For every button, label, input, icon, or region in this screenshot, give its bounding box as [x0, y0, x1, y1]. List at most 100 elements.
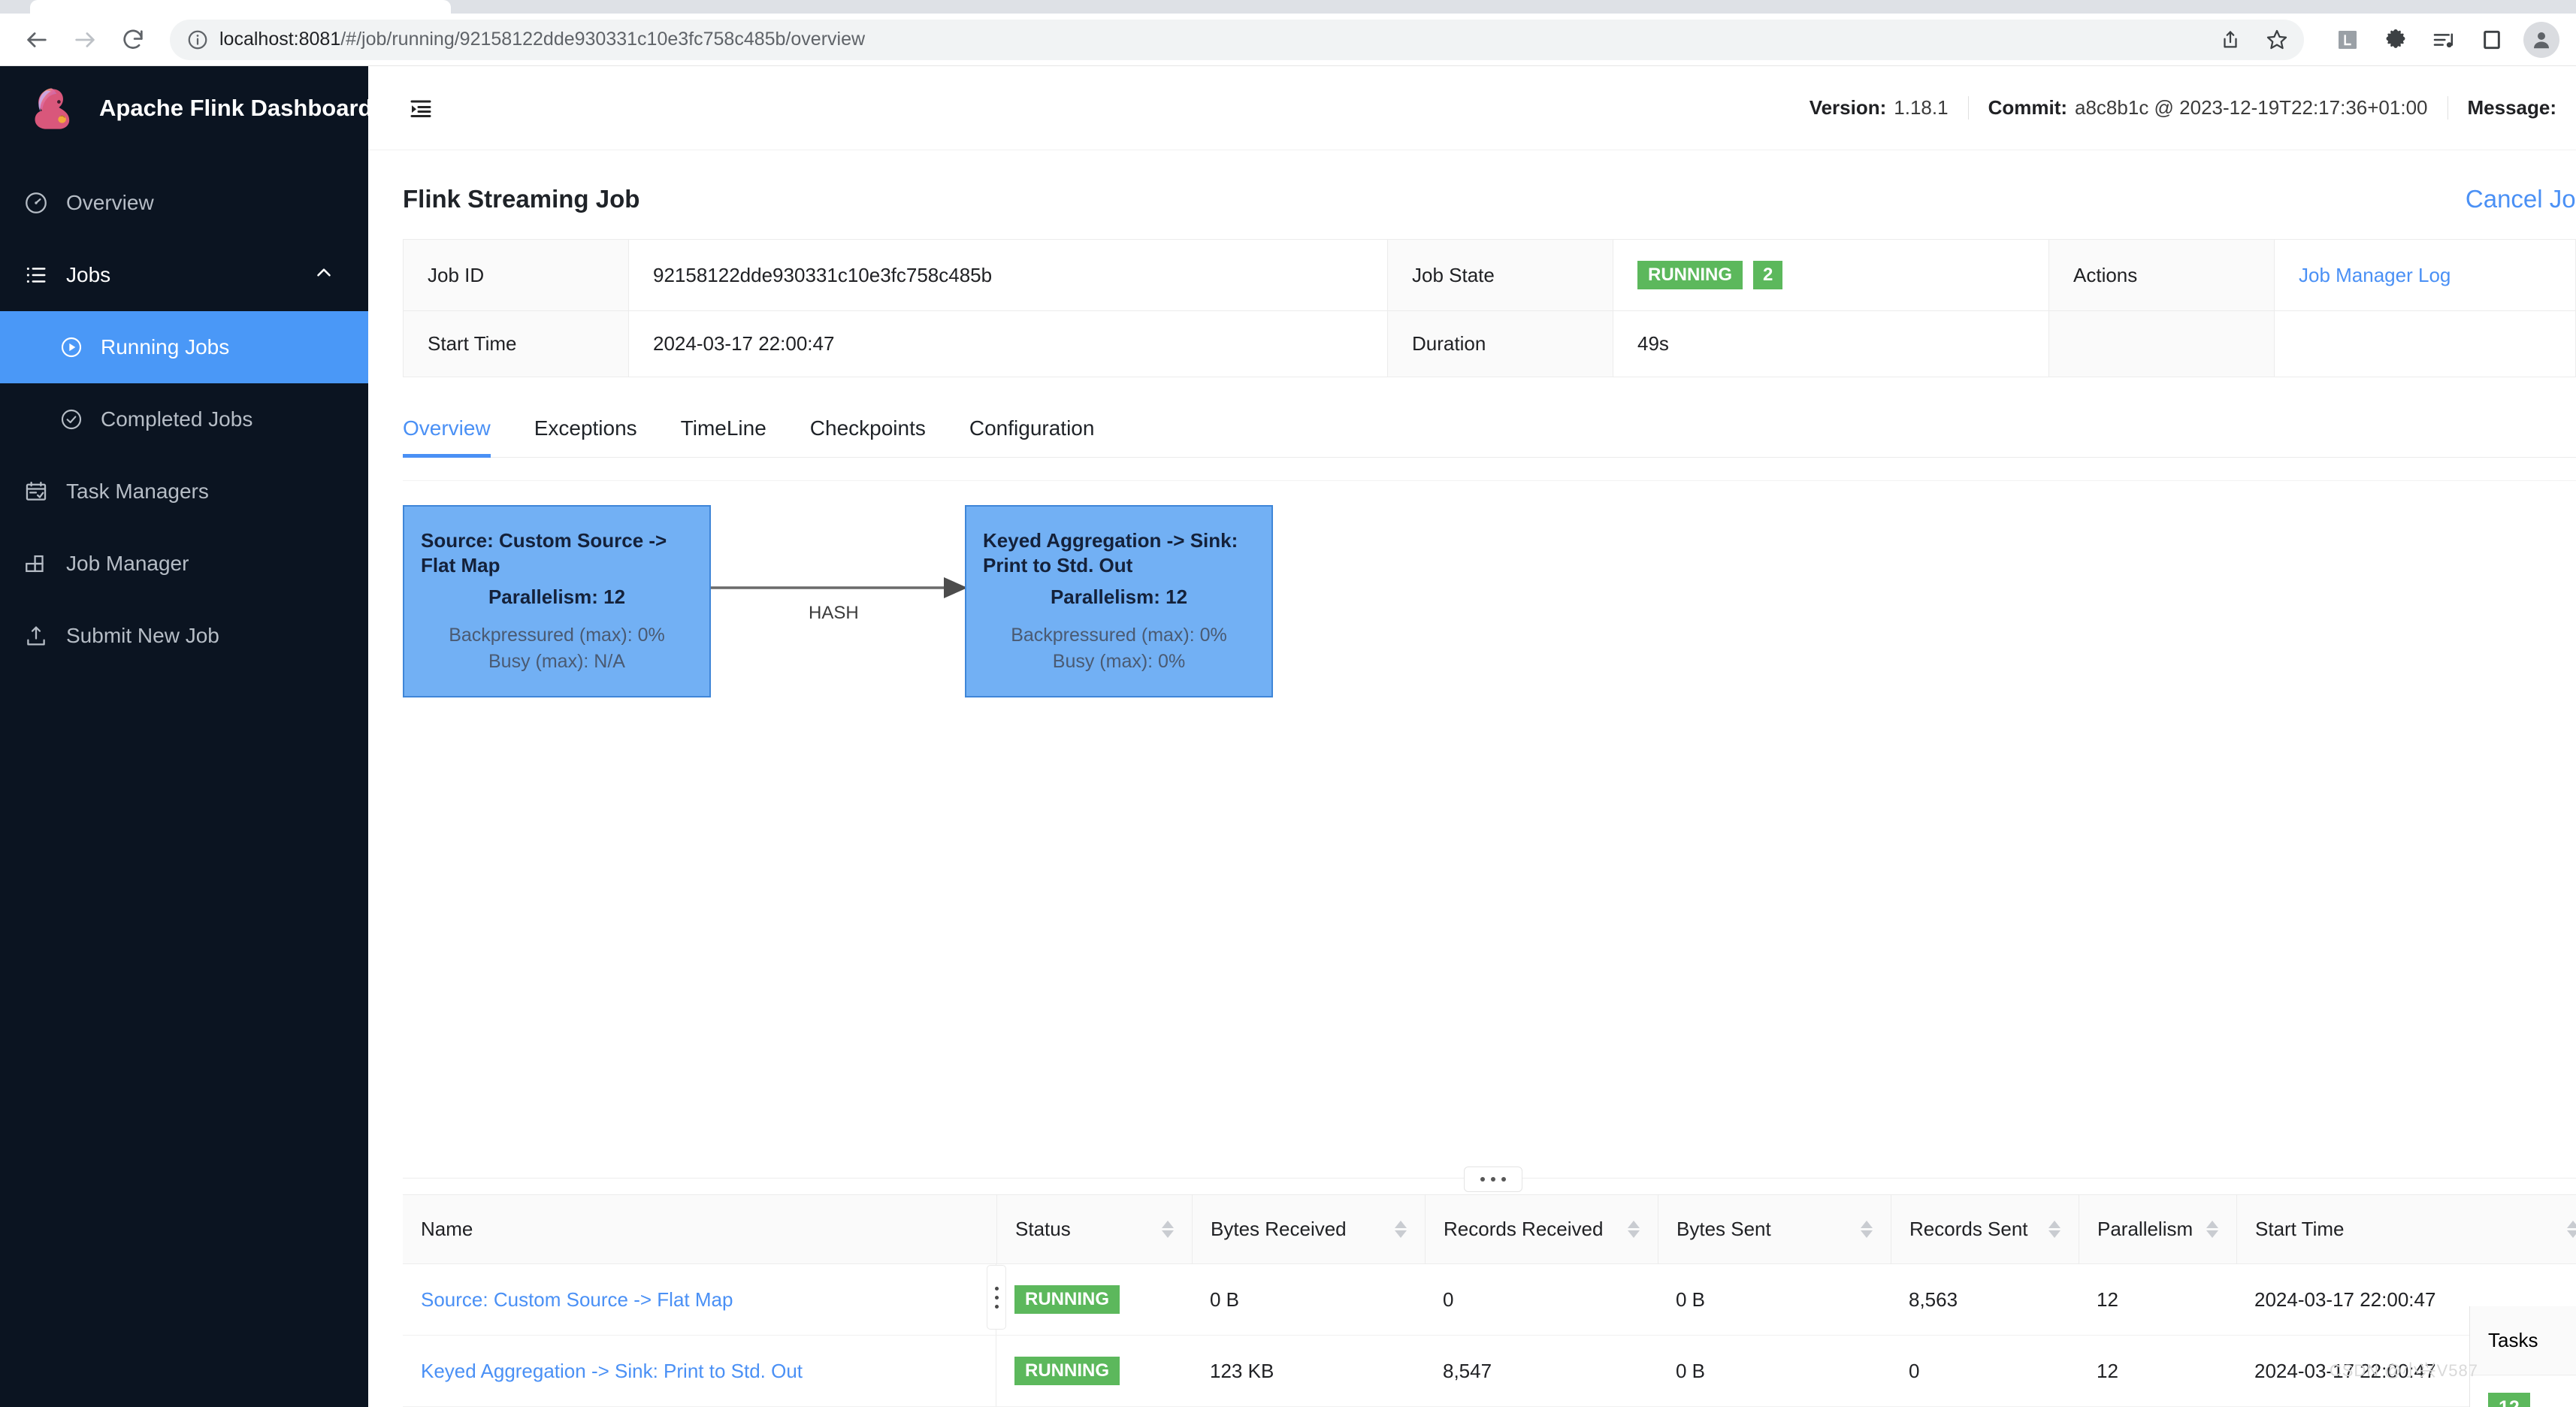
column-header-label: Status	[1015, 1218, 1071, 1240]
sort-toggle-icon[interactable]	[1162, 1221, 1174, 1238]
column-header-records-sent[interactable]: Records Sent	[1891, 1195, 2079, 1264]
cell-bytes-sent: 0 B	[1658, 1336, 1891, 1407]
vertex-link[interactable]: Keyed Aggregation -> Sink: Print to Std.…	[421, 1360, 803, 1383]
column-header-label: Start Time	[2255, 1218, 2345, 1240]
sidebar-item-job-manager[interactable]: Job Manager	[0, 528, 368, 600]
column-header-status[interactable]: Status	[996, 1195, 1192, 1264]
menu-fold-icon[interactable]	[403, 90, 439, 126]
sort-toggle-icon[interactable]	[1861, 1221, 1873, 1238]
vertex-link[interactable]: Source: Custom Source -> Flat Map	[421, 1288, 733, 1312]
page-title: Flink Streaming Job	[403, 185, 640, 213]
column-header-label: Records Sent	[1909, 1218, 2028, 1240]
sidebar-item-overview[interactable]: Overview	[0, 167, 368, 239]
job-manager-log-link[interactable]: Job Manager Log	[2299, 264, 2451, 287]
column-header-records-received[interactable]: Records Received	[1425, 1195, 1658, 1264]
graph-node-metrics: Backpressured (max): 0% Busy (max): 0%	[1011, 622, 1227, 674]
share-icon[interactable]	[2214, 23, 2247, 56]
row-menu-icon[interactable]	[987, 1265, 1006, 1330]
extension-l-icon[interactable]	[2331, 23, 2364, 56]
sort-toggle-icon[interactable]	[2206, 1221, 2219, 1238]
address-bar[interactable]: localhost:8081/#/job/running/92158122dde…	[170, 19, 2304, 60]
sidebar-item-jobs[interactable]: Jobs	[0, 239, 368, 311]
version-value: 1.18.1	[1894, 96, 1949, 119]
tab-exceptions[interactable]: Exceptions	[534, 403, 637, 457]
tab-checkpoints[interactable]: Checkpoints	[810, 403, 926, 457]
sort-toggle-icon[interactable]	[1395, 1221, 1407, 1238]
graph-node-backpressure: Backpressured (max): 0%	[449, 625, 665, 646]
blocks-icon	[23, 550, 50, 577]
brand[interactable]: Apache Flink Dashboard	[0, 66, 372, 150]
check-circle-icon	[59, 407, 84, 432]
content: Flink Streaming Job Cancel Job Job ID 92…	[368, 150, 2576, 1407]
sort-toggle-icon[interactable]	[2567, 1221, 2576, 1238]
column-header-parallelism[interactable]: Parallelism	[2079, 1195, 2236, 1264]
site-info-icon[interactable]	[183, 26, 212, 54]
cell-name[interactable]: Source: Custom Source -> Flat Map	[403, 1264, 996, 1336]
sidebar-item-label: Running Jobs	[101, 335, 230, 359]
graph-node-metrics: Backpressured (max): 0% Busy (max): N/A	[449, 622, 665, 674]
sidebar-item-submit-new-job[interactable]: Submit New Job	[0, 600, 368, 672]
tab-timeline[interactable]: TimeLine	[681, 403, 766, 457]
commit-value: a8c8b1c @ 2023-12-19T22:17:36+01:00	[2075, 96, 2428, 119]
sidebar-item-completed-jobs[interactable]: Completed Jobs	[0, 383, 368, 455]
graph-node-source[interactable]: Source: Custom Source -> Flat Map Parall…	[403, 505, 711, 697]
sidebar: Apache Flink Dashboard Overview Jobs Run…	[0, 66, 372, 1407]
cell-records-received: 0	[1425, 1264, 1658, 1336]
job-graph-panel[interactable]: Source: Custom Source -> Flat Map Parall…	[403, 480, 2576, 1178]
browser-tab[interactable]	[30, 0, 451, 14]
forward-arrow-icon[interactable]	[65, 20, 105, 60]
star-icon[interactable]	[2260, 23, 2293, 56]
media-playlist-icon[interactable]	[2427, 23, 2460, 56]
puzzle-extensions-icon[interactable]	[2379, 23, 2412, 56]
cell-status: RUNNING	[996, 1264, 1192, 1336]
vertices-table: Name Status Bytes Received Records Recei…	[403, 1194, 2576, 1407]
duration-value: 49s	[1613, 311, 2049, 377]
list-icon	[23, 262, 50, 289]
sidebar-item-task-managers[interactable]: Task Managers	[0, 455, 368, 528]
top-bar: Version: 1.18.1 Commit: a8c8b1c @ 2023-1…	[368, 66, 2576, 150]
sidebar-item-running-jobs[interactable]: Running Jobs	[0, 311, 368, 383]
status-badge: RUNNING	[1014, 1285, 1120, 1314]
splitter-grip-handle[interactable]	[1464, 1166, 1522, 1192]
calendar-check-icon	[23, 478, 50, 505]
table-row[interactable]: Keyed Aggregation -> Sink: Print to Std.…	[403, 1336, 2576, 1407]
message-label: Message:	[2467, 96, 2557, 119]
play-circle-icon	[59, 334, 84, 360]
cell-status: RUNNING	[996, 1336, 1192, 1407]
column-header-tasks[interactable]: Tasks	[2470, 1306, 2576, 1375]
job-id-label: Job ID	[404, 240, 629, 311]
actions-value: Job Manager Log	[2275, 240, 2576, 311]
job-state-label: Job State	[1388, 240, 1613, 311]
cell-bytes-sent: 0 B	[1658, 1264, 1891, 1336]
graph-node-name: Keyed Aggregation -> Sink: Print to Std.…	[983, 528, 1238, 576]
column-header-bytes-received[interactable]: Bytes Received	[1192, 1195, 1425, 1264]
job-graph-canvas[interactable]: Source: Custom Source -> Flat Map Parall…	[403, 481, 2576, 1178]
table-row[interactable]: Source: Custom Source -> Flat Map RUNNIN…	[403, 1264, 2576, 1336]
profile-avatar-icon[interactable]	[2523, 21, 2559, 58]
cancel-job-button[interactable]: Cancel Job	[2466, 185, 2576, 213]
gauge-icon	[23, 189, 50, 216]
tab-overview[interactable]: Overview	[403, 403, 491, 458]
column-header-bytes-sent[interactable]: Bytes Sent	[1658, 1195, 1891, 1264]
reload-icon[interactable]	[113, 20, 153, 60]
side-panel-icon[interactable]	[2475, 23, 2508, 56]
top-bar-meta: Version: 1.18.1 Commit: a8c8b1c @ 2023-1…	[1790, 96, 2576, 120]
sidebar-item-label: Jobs	[66, 263, 111, 286]
watermark: CSDN @小兴V587	[2329, 1361, 2478, 1380]
address-bar-host: localhost:8081	[219, 29, 341, 50]
back-arrow-icon[interactable]	[17, 20, 57, 60]
cell-records-sent: 8,563	[1891, 1264, 2079, 1336]
panel-splitter[interactable]	[403, 1166, 2576, 1194]
sort-toggle-icon[interactable]	[2048, 1221, 2060, 1238]
graph-node-sink[interactable]: Keyed Aggregation -> Sink: Print to Std.…	[965, 505, 1273, 697]
column-header-name[interactable]: Name	[403, 1195, 996, 1264]
duration-label: Duration	[1388, 311, 1613, 377]
tab-configuration[interactable]: Configuration	[969, 403, 1095, 457]
sort-toggle-icon[interactable]	[1628, 1221, 1640, 1238]
column-header-start-time[interactable]: Start Time	[2236, 1195, 2576, 1264]
graph-node-busy: Busy (max): 0%	[1052, 650, 1186, 672]
main-area: Version: 1.18.1 Commit: a8c8b1c @ 2023-1…	[368, 66, 2576, 1407]
cell-name[interactable]: Keyed Aggregation -> Sink: Print to Std.…	[403, 1336, 996, 1407]
version-label: Version:	[1809, 96, 1887, 119]
chevron-up-icon[interactable]	[313, 262, 335, 289]
